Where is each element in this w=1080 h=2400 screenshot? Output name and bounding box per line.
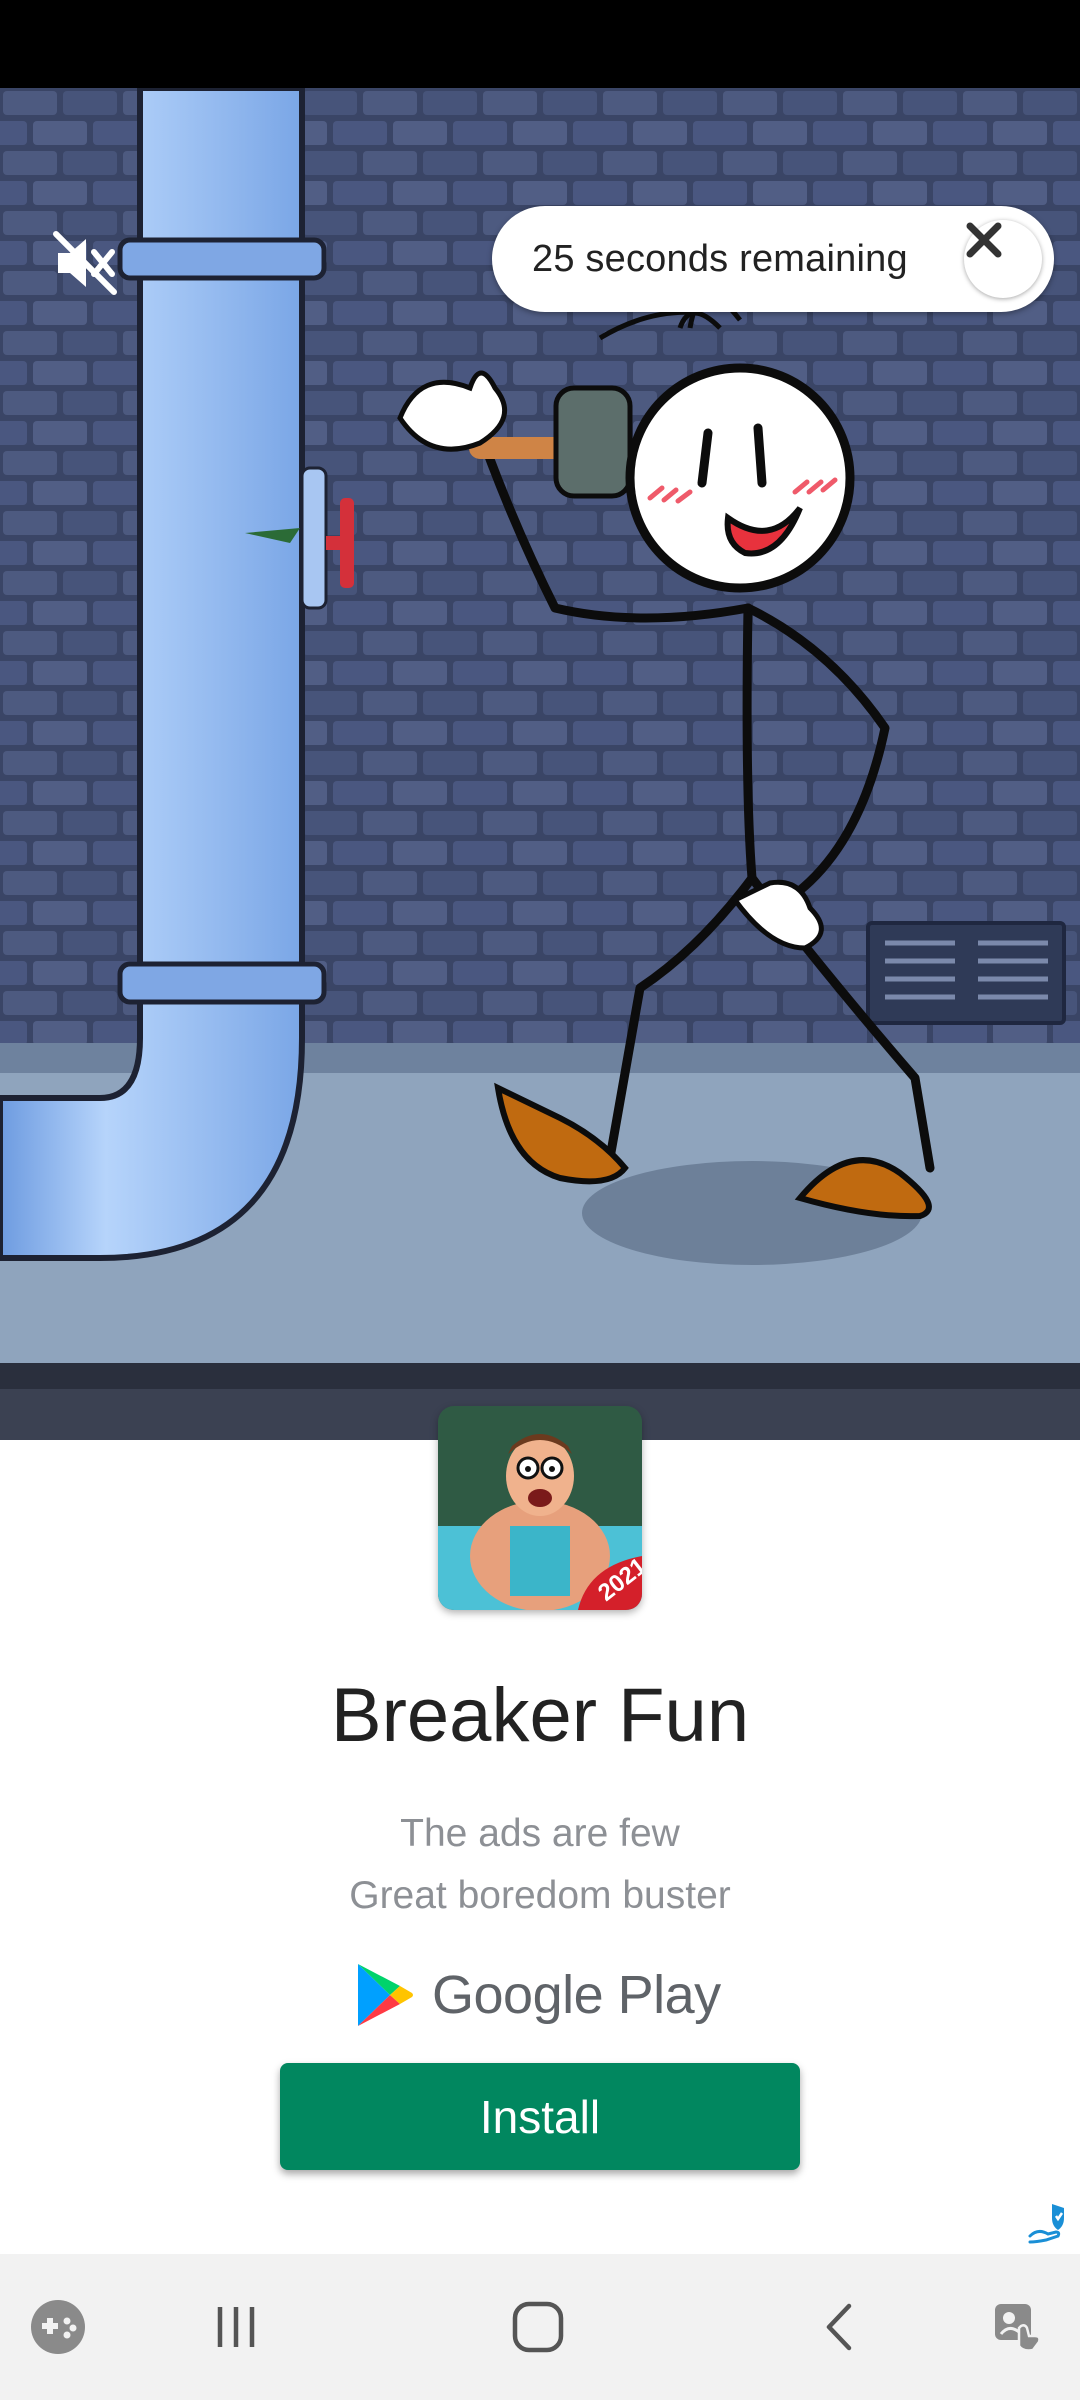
ad-choices-button[interactable] <box>1026 2200 1072 2246</box>
app-icon[interactable]: 2021 <box>438 1406 642 1610</box>
install-button[interactable]: Install <box>280 2063 800 2170</box>
countdown-timer: 25 seconds remaining <box>492 206 1054 312</box>
timer-text: 25 seconds remaining <box>532 237 908 280</box>
home-button[interactable] <box>496 2254 580 2400</box>
status-bar <box>0 0 1080 88</box>
google-play-icon <box>358 1964 413 2026</box>
game-launcher-icon <box>31 2300 85 2354</box>
ad-choices-icon <box>1028 2204 1064 2244</box>
store-name: Google Play <box>432 1965 721 2025</box>
home-icon <box>512 2301 564 2353</box>
tagline-2: Great boredom buster <box>349 1874 731 1917</box>
mute-button[interactable] <box>50 228 130 308</box>
close-ad-button[interactable] <box>964 220 1042 298</box>
accessibility-button[interactable] <box>978 2254 1058 2400</box>
google-play-logo: Google Play <box>356 1955 721 2035</box>
volume-muted-icon <box>53 231 117 295</box>
close-icon <box>966 222 1002 258</box>
navigation-bar <box>0 2254 1080 2400</box>
recent-apps-button[interactable] <box>194 2254 278 2400</box>
back-icon <box>826 2303 852 2351</box>
accessibility-icon <box>995 2304 1041 2352</box>
back-button[interactable] <box>800 2254 880 2400</box>
video-player[interactable]: 25 seconds remaining <box>0 88 1080 1440</box>
game-launcher-button[interactable] <box>18 2254 98 2400</box>
app-title: Breaker Fun <box>330 1673 750 1758</box>
tagline-1: The ads are few <box>400 1812 680 1855</box>
recent-apps-icon <box>217 2307 255 2347</box>
